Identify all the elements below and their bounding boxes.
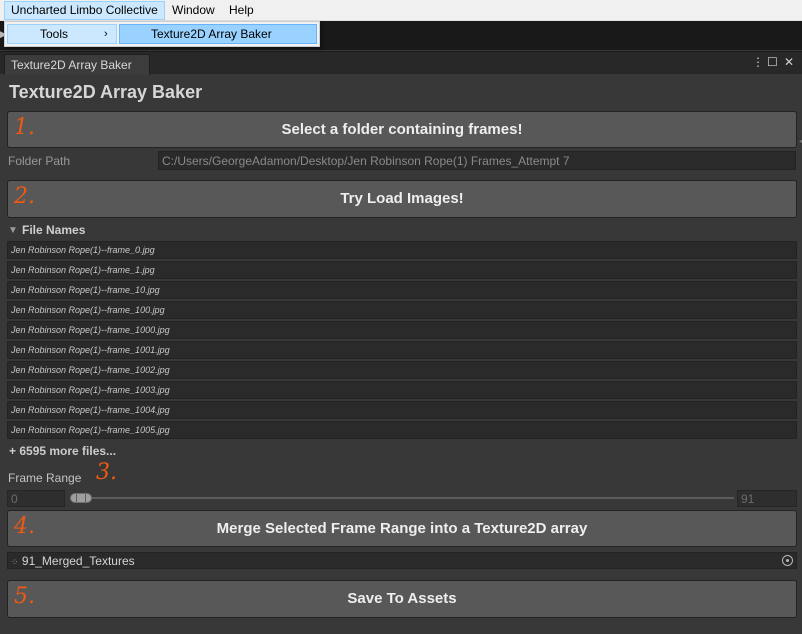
save-to-assets-button[interactable]: 5. Save To Assets	[7, 580, 797, 618]
panel-title: Texture2D Array Baker	[9, 82, 203, 102]
merge-frame-range-button-label: Merge Selected Frame Range into a Textur…	[216, 520, 588, 537]
file-list-item[interactable]: Jen Robinson Rope(1)--frame_1000.jpg	[7, 321, 797, 339]
merged-texture-name: 91_Merged_Textures	[21, 554, 135, 568]
file-list-item[interactable]: Jen Robinson Rope(1)--frame_1001.jpg	[7, 341, 797, 359]
file-list-item[interactable]: Jen Robinson Rope(1)--frame_1005.jpg	[7, 421, 797, 439]
menu-item-tools-label: Tools	[40, 27, 69, 41]
menu-help[interactable]: Help	[223, 1, 260, 20]
menu-item-tools[interactable]: Tools ›	[7, 24, 117, 44]
maximize-icon[interactable]: ☐	[767, 55, 778, 69]
window-tab-bar: Texture2D Array Baker ⋮ ☐ ✕	[0, 51, 802, 75]
try-load-images-button[interactable]: 2. Try Load Images!	[7, 180, 797, 218]
kebab-icon[interactable]: ⋮	[752, 55, 764, 69]
file-list-item[interactable]: Jen Robinson Rope(1)--frame_100.jpg	[7, 301, 797, 319]
file-list-item[interactable]: Jen Robinson Rope(1)--frame_1.jpg	[7, 261, 797, 279]
tab-texture2d-array-baker[interactable]: Texture2D Array Baker	[4, 54, 150, 75]
step-number-4: 4.	[14, 514, 35, 539]
dropdown-menu: Tools › Texture2D Array Baker	[4, 21, 320, 47]
frame-range-label: Frame Range	[8, 471, 82, 485]
close-icon[interactable]: ✕	[784, 55, 794, 69]
frame-range-max-field[interactable]: 91	[737, 490, 797, 507]
try-load-images-button-label: Try Load Images!	[340, 190, 464, 207]
step-number-1: 1.	[14, 115, 35, 140]
frame-range-min-field[interactable]: 0	[7, 490, 65, 507]
folder-path-field[interactable]: C:/Users/GeorgeAdamon/Desktop/Jen Robins…	[158, 151, 796, 170]
texture-array-icon: ⁘	[11, 557, 19, 567]
merged-texture-object-field[interactable]: ⁘ 91_Merged_Textures	[7, 552, 797, 569]
file-list-item[interactable]: Jen Robinson Rope(1)--frame_1003.jpg	[7, 381, 797, 399]
file-list-item[interactable]: Jen Robinson Rope(1)--frame_1002.jpg	[7, 361, 797, 379]
foldout-arrow-icon[interactable]: ▼	[8, 225, 18, 236]
step-number-2: 2.	[14, 184, 35, 209]
merge-frame-range-button[interactable]: 4. Merge Selected Frame Range into a Tex…	[7, 510, 797, 547]
menu-window[interactable]: Window	[166, 1, 221, 20]
file-list-item[interactable]: Jen Robinson Rope(1)--frame_1004.jpg	[7, 401, 797, 419]
menu-bar: Uncharted Limbo Collective Window Help	[0, 0, 802, 21]
save-to-assets-button-label: Save To Assets	[347, 590, 457, 607]
file-list-item[interactable]: Jen Robinson Rope(1)--frame_0.jpg	[7, 241, 797, 259]
file-list-item[interactable]: Jen Robinson Rope(1)--frame_10.jpg	[7, 281, 797, 299]
file-names-foldout-label[interactable]: File Names	[22, 223, 85, 237]
frame-range-slider-track[interactable]	[70, 497, 734, 499]
submenu-item-texture2d-array-baker[interactable]: Texture2D Array Baker	[119, 24, 317, 44]
select-folder-button[interactable]: 1. Select a folder containing frames!	[7, 111, 797, 148]
more-files-label: + 6595 more files...	[9, 444, 117, 458]
step-number-5: 5.	[14, 584, 35, 609]
file-list: Jen Robinson Rope(1)--frame_0.jpg Jen Ro…	[7, 241, 797, 441]
frame-range-slider-thumb[interactable]	[70, 493, 92, 503]
menu-uncharted-limbo-collective[interactable]: Uncharted Limbo Collective	[4, 1, 165, 20]
select-folder-button-label: Select a folder containing frames!	[281, 121, 523, 138]
target-icon[interactable]	[782, 555, 793, 566]
folder-path-label: Folder Path	[8, 154, 71, 168]
step-number-3: 3.	[96, 460, 117, 485]
chevron-right-icon: ›	[104, 28, 108, 40]
